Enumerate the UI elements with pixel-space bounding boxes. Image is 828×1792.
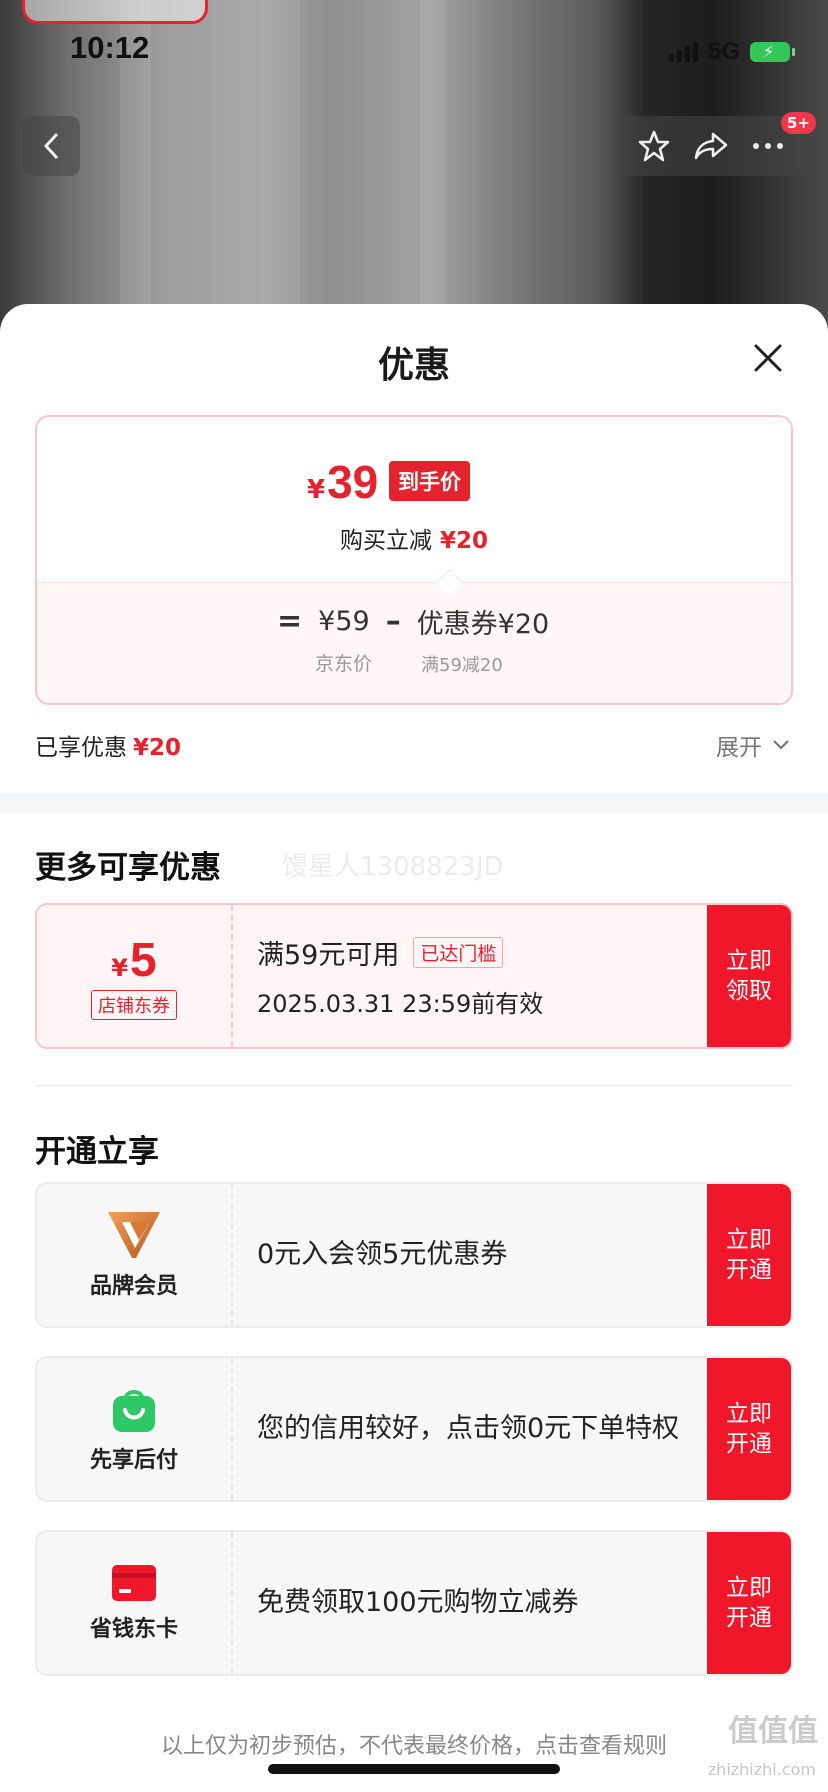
- price-calc-area: [37, 582, 791, 703]
- expand-button[interactable]: 展开: [716, 728, 790, 762]
- jd-price: ¥59: [318, 606, 370, 637]
- claim-coupon-button[interactable]: 立即 领取: [707, 905, 791, 1047]
- share-icon[interactable]: [693, 131, 729, 161]
- offer-details: 免费领取100元购物立减券: [257, 1532, 691, 1674]
- currency-symbol: ¥: [307, 475, 326, 505]
- open-now-button[interactable]: 立即 开通: [707, 1358, 791, 1500]
- offer-icon-area: 先享后付: [37, 1358, 233, 1500]
- offer-label: 品牌会员: [89, 1274, 178, 1299]
- offer-details: 您的信用较好，点击领0元下单特权: [257, 1358, 691, 1500]
- coupon-value-area: ¥ 5 店铺东券: [37, 905, 233, 1047]
- offer-card-pay-later: 先享后付 您的信用较好，点击领0元下单特权 立即 开通: [35, 1356, 793, 1502]
- offer-card-savings-card: 省钱东卡 免费领取100元购物立减券 立即 开通: [35, 1530, 793, 1676]
- discount-label: 购买立减: [339, 528, 432, 554]
- enjoyed-amount: ¥20: [133, 735, 182, 761]
- coupon-details: 满59元可用 已达门槛 2025.03.31 23:59前有效: [257, 905, 691, 1047]
- final-price-value: 39: [327, 456, 379, 508]
- chevron-down-icon: [773, 740, 789, 750]
- final-price: ¥ 39: [307, 455, 378, 509]
- coupon-condition-text: 满59元可用: [257, 940, 400, 971]
- cta-line: 立即: [726, 1227, 772, 1253]
- offer-text: 您的信用较好，点击领0元下单特权: [257, 1413, 680, 1444]
- more-icon[interactable]: [751, 141, 785, 151]
- discount-amount: ¥20: [439, 528, 488, 554]
- brand-member-v-icon: [108, 1212, 160, 1258]
- price-calc-row: = ¥59 – 优惠券¥20: [277, 602, 549, 641]
- message-count-badge: 5+: [780, 112, 816, 134]
- coupon-type-badge: 店铺东券: [91, 989, 177, 1020]
- promo-badge-partial: [22, 0, 208, 24]
- chevron-left-icon: [43, 132, 59, 160]
- card-icon: [112, 1565, 156, 1601]
- offer-icon-area: 省钱东卡: [37, 1532, 233, 1674]
- offer-text: 0元入会领5元优惠券: [257, 1239, 508, 1270]
- network-type: 5G: [707, 38, 740, 65]
- cta-line: 立即: [726, 1401, 772, 1427]
- star-icon[interactable]: [637, 129, 671, 163]
- cta-line: 立即: [726, 1575, 772, 1601]
- threshold-reached-tag: 已达门槛: [413, 937, 504, 968]
- cta-line: 开通: [726, 1431, 772, 1457]
- offer-label: 省钱东卡: [89, 1617, 178, 1642]
- coupon-amount: 5: [130, 933, 157, 987]
- user-watermark: 馒星人1308823JD: [282, 852, 504, 882]
- coupon-validity: 2025.03.31 23:59前有效: [257, 990, 544, 1018]
- coupon-currency: ¥: [111, 953, 128, 982]
- offer-icon-area: 品牌会员: [37, 1184, 233, 1326]
- shop-coupon-card: ¥ 5 店铺东券 满59元可用 已达门槛 2025.03.31 23:59前有效…: [35, 903, 793, 1049]
- coupon-condition: 满59元可用 已达门槛: [257, 933, 691, 972]
- offer-details: 0元入会领5元优惠券: [257, 1184, 691, 1326]
- final-price-tag: 到手价: [389, 461, 470, 501]
- open-benefits-title: 开通立享: [35, 1134, 159, 1170]
- cta-line: 立即: [726, 948, 772, 974]
- site-watermark: 值值值: [728, 1714, 818, 1749]
- enjoyed-discount: 已享优惠 ¥20: [35, 728, 181, 762]
- offer-card-brand-member: 品牌会员 0元入会领5元优惠券 立即 开通: [35, 1182, 793, 1328]
- coupon-deduction: 优惠券¥20: [416, 609, 550, 640]
- expand-label: 展开: [716, 735, 762, 761]
- equals-sign: =: [277, 604, 303, 639]
- section-divider: [0, 793, 828, 813]
- close-icon[interactable]: [748, 338, 788, 378]
- more-offers-title: 更多可享优惠: [35, 850, 221, 886]
- header-actions: [616, 116, 806, 176]
- site-watermark-url: zhizhizhi.com: [707, 1760, 816, 1779]
- battery-icon: ⚡: [750, 42, 795, 62]
- open-now-button[interactable]: 立即 开通: [707, 1532, 791, 1674]
- curtain-fold: [420, 0, 446, 340]
- enjoyed-label: 已享优惠: [35, 735, 127, 761]
- curtain-fold: [260, 0, 300, 340]
- sheet-title: 优惠: [377, 345, 450, 386]
- signal-icon: [668, 42, 698, 62]
- open-now-button[interactable]: 立即 开通: [707, 1184, 791, 1326]
- coupon-rule: 满59减20: [421, 655, 503, 676]
- offer-text: 免费领取100元购物立减券: [257, 1587, 579, 1618]
- back-button[interactable]: [22, 116, 80, 176]
- offer-label: 先享后付: [89, 1448, 178, 1473]
- price-breakdown-card: ¥ 39 到手价 购买立减 ¥20 = ¥59 – 优惠券¥20 京东价 满59减…: [35, 415, 793, 705]
- footer-rules-note[interactable]: 以上仅为初步预估，不代表最终价格，点击查看规则: [0, 1728, 828, 1760]
- status-indicators: 5G ⚡: [668, 38, 795, 66]
- home-indicator: [268, 1764, 560, 1774]
- shopping-bag-icon: [113, 1390, 155, 1432]
- cta-line: 领取: [726, 978, 772, 1004]
- cta-line: 开通: [726, 1257, 772, 1283]
- cta-line: 开通: [726, 1605, 772, 1631]
- divider: [35, 1085, 793, 1086]
- coupon-value: ¥ 5: [111, 933, 156, 988]
- jd-price-label: 京东价: [315, 653, 373, 675]
- status-time: 10:12: [70, 30, 150, 65]
- discount-line: 购买立减 ¥20: [37, 521, 791, 555]
- minus-sign: –: [385, 604, 401, 639]
